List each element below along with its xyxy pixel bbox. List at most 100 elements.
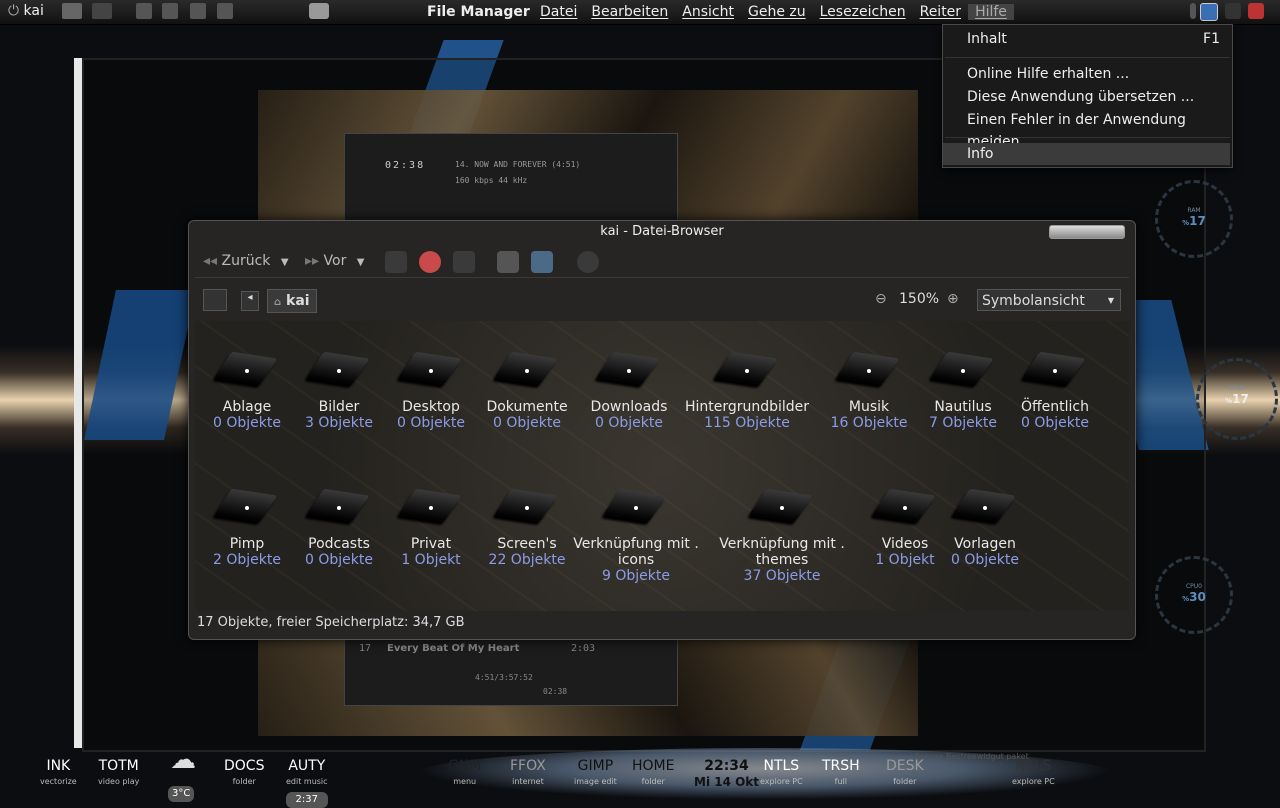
music-playlist-widget[interactable]: 17 Every Beat Of My Heart 2:03 4:51/3:57… (344, 636, 678, 706)
playlist-counter: 4:51/3:57:52 (475, 673, 533, 682)
shortcut-item[interactable]: Verknüpfung mit . themes 37 Objekte (717, 486, 847, 584)
dock-item-ffox[interactable]: FFOX internet (510, 758, 546, 790)
search-icon[interactable] (577, 251, 599, 273)
network-icon[interactable] (162, 3, 178, 19)
dock-item-ntls[interactable]: NTLS explore PC (760, 758, 803, 790)
menu-separator (945, 137, 1230, 138)
up-arrow-icon[interactable] (385, 251, 407, 273)
dock-clock: 22:34 Mi 14 Okt (694, 758, 760, 789)
path-left-arrow-icon[interactable]: ◂ (241, 291, 259, 311)
dock-item-desk[interactable]: DESK folder (886, 758, 924, 790)
menu-item-fehler-melden[interactable]: Einen Fehler in der Anwendung melden (943, 109, 1230, 150)
view-mode-select[interactable]: Symbolansicht ▼ (977, 289, 1121, 311)
home-icon[interactable] (497, 251, 519, 273)
edit-location-icon[interactable] (203, 289, 227, 311)
weather-widget[interactable]: ☁ 3°C (160, 747, 206, 802)
network-icon[interactable] (136, 3, 152, 19)
wrench-icon[interactable] (1225, 3, 1241, 19)
computer-icon[interactable] (531, 251, 553, 273)
folder-item[interactable]: Vorlagen 0 Objekte (935, 486, 1035, 568)
player-track: 14. NOW AND FOREVER (4:51) (455, 160, 581, 169)
icon-view: Ablage 0 Objekte Bilder 3 Objekte Desktop 0… (195, 321, 1129, 611)
folder-item[interactable]: Screen's 22 Objekte (477, 486, 577, 568)
menubar: Datei Bearbeiten Ansicht Gehe zu Lesezei… (533, 4, 1014, 20)
mail-icon[interactable] (92, 3, 112, 19)
playlist-elapsed: 02:38 (543, 687, 568, 696)
weather-cloud-icon: ☁ (170, 745, 196, 775)
zoom-out-icon[interactable]: ⊖ (875, 291, 887, 307)
folder-icon (953, 486, 1017, 526)
menu-item-online-hilfe[interactable]: Online Hilfe erhalten ... (943, 63, 1230, 85)
folder-item[interactable]: Ablage 0 Objekte (197, 349, 297, 431)
menu-datei[interactable]: Datei (533, 4, 584, 20)
gnome-foot-icon[interactable] (62, 3, 82, 19)
stop-icon[interactable] (419, 251, 441, 273)
file-browser-window: kai - Datei-Browser ◂◂ Zurück ▼ ▸▸ Vor ▼… (188, 220, 1136, 640)
network-icon[interactable] (190, 3, 206, 19)
folder-icon (750, 486, 814, 526)
menu-reiter[interactable]: Reiter (913, 4, 968, 20)
folder-icon (931, 349, 995, 389)
menu-gehe-zu[interactable]: Gehe zu (741, 4, 813, 20)
menu-item-info[interactable]: Info (943, 143, 1230, 165)
path-button-home[interactable]: ⌂ kai (267, 289, 317, 313)
folder-item[interactable]: Bilder 3 Objekte (289, 349, 389, 431)
zoom-in-icon[interactable]: ⊕ (947, 291, 959, 307)
folder-item[interactable]: Nautilus 7 Objekte (913, 349, 1013, 431)
folder-item[interactable]: Hintergrundbilder 115 Objekte (677, 349, 817, 431)
back-button[interactable]: ◂◂ Zurück ▼ (203, 253, 289, 269)
shutdown-icon[interactable] (1248, 3, 1264, 19)
folder-icon (399, 486, 463, 526)
cpu0-gauge: CPU0 %30 (1155, 556, 1233, 634)
chevron-down-icon: ▼ (1107, 296, 1114, 305)
network-icon[interactable] (217, 3, 233, 19)
folder-item[interactable]: Downloads 0 Objekte (579, 349, 679, 431)
menu-item-inhalt[interactable]: Inhalt F1 (943, 28, 1230, 50)
gauge-value: %30 (1182, 590, 1206, 604)
username: kai (23, 3, 44, 19)
menu-lesezeichen[interactable]: Lesezeichen (813, 4, 913, 20)
menu-item-uebersetzen[interactable]: Diese Anwendung übersetzen ... (943, 86, 1230, 108)
dock-item-home[interactable]: HOME folder (632, 758, 674, 790)
folder-item[interactable]: Pimp 2 Objekte (197, 486, 297, 568)
dock-item-ntls-2[interactable]: NTLS explore PC (1012, 758, 1055, 790)
folder-item[interactable]: Podcasts 0 Objekte (289, 486, 389, 568)
folder-icon (215, 486, 279, 526)
dock-item-totm[interactable]: TOTM video play (98, 758, 139, 790)
folder-item[interactable]: Dokumente 0 Objekte (477, 349, 577, 431)
forward-button[interactable]: ▸▸ Vor ▼ (305, 253, 364, 269)
menu-ansicht[interactable]: Ansicht (675, 4, 741, 20)
help-dropdown-menu: Inhalt F1 Online Hilfe erhalten ... Diese… (942, 24, 1233, 168)
gnome-foot-icon[interactable] (309, 3, 329, 19)
top-panel: ⏻ kai File Manager Datei Bearbeiten Ansi… (0, 0, 1280, 25)
music-player-widget[interactable]: 02:38 14. NOW AND FOREVER (4:51) 160 kbp… (344, 133, 678, 225)
reload-icon[interactable] (453, 251, 475, 273)
folder-icon (495, 486, 559, 526)
bottom-dock: INK vectorize TOTM video play ☁ 3°C DOCS fo… (0, 747, 1280, 808)
window-title[interactable]: kai - Datei-Browser (189, 221, 1135, 243)
ram-gauge: RAM %17 (1155, 180, 1233, 258)
user-menu[interactable]: ⏻ kai (8, 3, 44, 19)
gauge-value: %17 (1225, 392, 1249, 406)
dock-item-gimp[interactable]: GIMP image edit (574, 758, 617, 790)
window-controls[interactable] (1049, 225, 1125, 239)
folder-icon (215, 349, 279, 389)
menu-bearbeiten[interactable]: Bearbeiten (584, 4, 675, 20)
folder-item[interactable]: Öffentlich 0 Objekte (1005, 349, 1105, 431)
wallpaper-frame-edge (74, 58, 82, 748)
dock-item-trsh[interactable]: TRSH full (822, 758, 860, 790)
dock-item-gnm[interactable]: GNM menu (448, 758, 481, 790)
shortcut-item[interactable]: Verknüpfung mit . icons 9 Objekte (571, 486, 701, 584)
cursor-icon[interactable] (1200, 3, 1218, 21)
dock-item-ink[interactable]: INK vectorize (40, 758, 77, 790)
playlist-number: 17 (359, 643, 372, 654)
menu-hilfe[interactable]: Hilfe (968, 4, 1014, 20)
location-bar: ◂ ⌂ kai ⊖ 150% ⊕ Symbolansicht ▼ (195, 285, 1129, 315)
dock-item-auty[interactable]: AUTY edit music 2:37 (286, 758, 328, 808)
folder-item[interactable]: Desktop 0 Objekte (381, 349, 481, 431)
folder-item[interactable]: Musik 16 Objekte (819, 349, 919, 431)
status-bar: 17 Objekte, freier Speicherplatz: 34,7 G… (197, 615, 465, 630)
folder-item[interactable]: Privat 1 Objekt (381, 486, 481, 568)
dock-item-docs[interactable]: DOCS folder (224, 758, 264, 790)
back-arrow-icon: ◂◂ (203, 253, 218, 269)
